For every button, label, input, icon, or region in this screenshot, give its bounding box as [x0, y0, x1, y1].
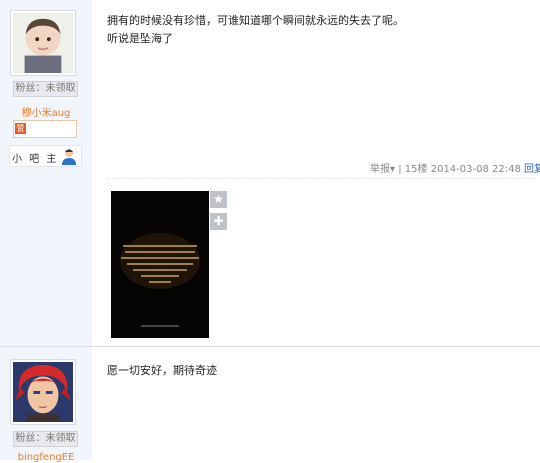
favorite-icon[interactable]: ★ [210, 191, 227, 208]
post-line: 拥有的时候没有珍惜，可谁知道哪个瞬间就永远的失去了呢。 [107, 14, 404, 27]
child-avatar-image [13, 13, 73, 73]
post-line: 听说是坠海了 [107, 32, 173, 45]
fans-button[interactable]: 粉丝：未领取 [13, 431, 78, 447]
post-content: 愿一切安好，期待奇迹 [107, 362, 217, 380]
floor-number: 15楼 [404, 164, 428, 175]
post-footer: 举报▾ | 15楼 2014-03-08 22:48 回复 [370, 160, 540, 175]
footer-separator: | [398, 164, 402, 175]
moderator-icon [62, 149, 76, 165]
post-line: 愿一切安好，期待奇迹 [107, 364, 217, 377]
user-avatar[interactable] [10, 10, 76, 76]
add-icon[interactable]: ✚ [210, 213, 227, 230]
anime-avatar-image [13, 362, 73, 422]
post-content: 拥有的时候没有珍惜，可谁知道哪个瞬间就永远的失去了呢。 听说是坠海了 [107, 12, 404, 48]
post-datetime: 2014-03-08 22:48 [430, 164, 521, 175]
fans-button[interactable]: 粉丝：未领取 [13, 81, 78, 97]
report-link[interactable]: 举报 [370, 164, 390, 175]
rank-badge: 小 吧 主 [9, 145, 82, 167]
dark-text-image [111, 191, 209, 338]
reply-link[interactable]: 回复 [524, 164, 540, 175]
badge-icon: 赞 [15, 123, 26, 134]
footer-divider [107, 178, 535, 179]
username-link[interactable]: bingfengEE [0, 452, 92, 463]
username-link[interactable]: 穆小米aug [0, 104, 92, 119]
user-avatar[interactable] [10, 359, 76, 425]
post-image[interactable] [111, 191, 209, 338]
post-divider [0, 346, 540, 347]
report-arrow-icon[interactable]: ▾ [390, 164, 395, 175]
rank-label: 小 吧 主 [12, 154, 59, 165]
badge-box[interactable]: 赞 [13, 120, 77, 138]
